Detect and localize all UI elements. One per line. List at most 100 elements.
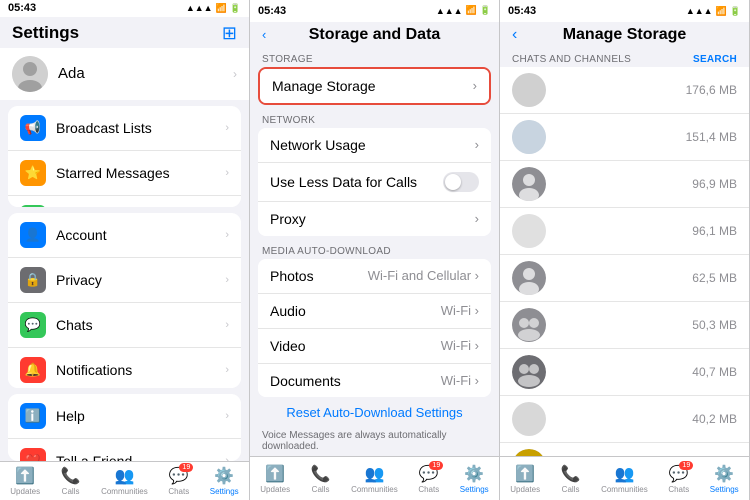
profile-name: Ada <box>58 65 223 82</box>
chats-item[interactable]: 💬 Chats › <box>8 303 241 348</box>
nav-settings-1[interactable]: ⚙️ Settings <box>210 466 239 496</box>
storage-item-9[interactable]: 38,4 MB <box>500 443 749 456</box>
audio-value: Wi-Fi › <box>441 303 479 318</box>
audio-label: Audio <box>270 303 433 319</box>
settings-panel: 05:43 ▲▲▲ 📶 🔋 Settings ⊞ Ada › 📢 Broadca… <box>0 0 250 500</box>
privacy-item[interactable]: 🔒 Privacy › <box>8 258 241 303</box>
manage-storage-item[interactable]: Manage Storage › <box>260 69 489 103</box>
chats-badge-2: 19 <box>429 461 443 470</box>
network-usage-label: Network Usage <box>270 137 467 153</box>
signal-icon-2: ▲▲▲ <box>436 6 463 16</box>
tell-friend-label: Tell a Friend <box>56 453 215 461</box>
communities-icon: 👥 <box>114 466 134 486</box>
account-item[interactable]: 👤 Account › <box>8 213 241 258</box>
network-section-label: NETWORK <box>250 111 499 128</box>
nav-calls-2[interactable]: 📞 Calls <box>311 464 331 494</box>
chats-channels-label: CHATS AND CHANNELS <box>512 54 631 65</box>
help-icon: ℹ️ <box>20 403 46 429</box>
manage-storage-panel: 05:43 ▲▲▲ 📶 🔋 ‹ Manage Storage CHATS AND… <box>500 0 750 500</box>
nav-calls-3[interactable]: 📞 Calls <box>561 464 581 494</box>
starred-icon: ⭐ <box>20 160 46 186</box>
nav-updates-3[interactable]: ⬆️ Updates <box>510 464 540 494</box>
battery-icon: 🔋 <box>230 3 241 14</box>
battery-icon-3: 🔋 <box>730 6 741 17</box>
storage-size-2: 151,4 MB <box>686 130 737 144</box>
documents-value: Wi-Fi › <box>441 373 479 388</box>
bottom-nav-1: ⬆️ Updates 📞 Calls 👥 Communities 💬 Chats… <box>0 461 249 500</box>
storage-size-5: 62,5 MB <box>692 271 737 285</box>
storage-data-title: Storage and Data <box>309 26 441 44</box>
video-item[interactable]: Video Wi-Fi › <box>258 329 491 364</box>
nav-settings-2[interactable]: ⚙️ Settings <box>460 464 489 494</box>
back-button-3[interactable]: ‹ <box>512 26 517 44</box>
storage-item-3[interactable]: 96,9 MB <box>500 161 749 208</box>
nav-communities-3[interactable]: 👥 Communities <box>601 464 648 494</box>
storage-avatar-4 <box>512 214 546 248</box>
storage-avatar-8 <box>512 402 546 436</box>
notifications-label: Notifications <box>56 362 215 378</box>
less-data-toggle[interactable] <box>443 172 479 192</box>
profile-row[interactable]: Ada › <box>0 48 249 100</box>
nav-communities-1[interactable]: 👥 Communities <box>101 466 148 496</box>
profile-chevron: › <box>233 67 237 81</box>
proxy-chevron: › <box>475 211 479 226</box>
nav-updates-2[interactable]: ⬆️ Updates <box>260 464 290 494</box>
starred-label: Starred Messages <box>56 165 215 181</box>
storage-item-2[interactable]: 151,4 MB <box>500 114 749 161</box>
nav-communities-2[interactable]: 👥 Communities <box>351 464 398 494</box>
nav-chats-1[interactable]: 💬 Chats 19 <box>168 466 189 496</box>
manage-storage-nav-header: ‹ Manage Storage <box>500 22 749 50</box>
linked-devices-item[interactable]: 📱 Linked Devices › <box>8 196 241 207</box>
status-time-1: 05:43 <box>8 2 36 14</box>
chats-badge: 19 <box>179 463 193 472</box>
starred-messages-item[interactable]: ⭐ Starred Messages › <box>8 151 241 196</box>
qr-icon[interactable]: ⊞ <box>222 23 237 44</box>
photos-item[interactable]: Photos Wi-Fi and Cellular › <box>258 259 491 294</box>
search-button[interactable]: SEARCH <box>693 54 737 65</box>
updates-label: Updates <box>10 487 40 496</box>
signal-icon: ▲▲▲ <box>186 3 213 13</box>
documents-label: Documents <box>270 373 433 389</box>
network-usage-item[interactable]: Network Usage › <box>258 128 491 163</box>
help-item[interactable]: ℹ️ Help › <box>8 394 241 439</box>
proxy-item[interactable]: Proxy › <box>258 202 491 236</box>
status-icons-1: ▲▲▲ 📶 🔋 <box>186 3 241 14</box>
proxy-label: Proxy <box>270 211 467 227</box>
nav-chats-3[interactable]: 💬 Chats 19 <box>668 464 689 494</box>
manage-storage-chevron: › <box>473 78 477 93</box>
tell-friend-item[interactable]: ❤️ Tell a Friend › <box>8 439 241 461</box>
documents-item[interactable]: Documents Wi-Fi › <box>258 364 491 398</box>
storage-item-5[interactable]: 62,5 MB <box>500 255 749 302</box>
storage-item-7[interactable]: 40,7 MB <box>500 349 749 396</box>
back-button-2[interactable]: ‹ <box>262 27 266 42</box>
communities-label: Communities <box>101 487 148 496</box>
storage-item-6[interactable]: 50,3 MB <box>500 302 749 349</box>
nav-updates-1[interactable]: ⬆️ Updates <box>10 466 40 496</box>
less-data-item[interactable]: Use Less Data for Calls <box>258 163 491 202</box>
storage-avatar-2 <box>512 120 546 154</box>
nav-chats-2[interactable]: 💬 Chats 19 <box>418 464 439 494</box>
note-text: Voice Messages are always automatically … <box>250 428 499 456</box>
chats-badge-3: 19 <box>679 461 693 470</box>
reset-link[interactable]: Reset Auto-Download Settings <box>250 397 499 428</box>
storage-avatar-5 <box>512 261 546 295</box>
broadcast-lists-item[interactable]: 📢 Broadcast Lists › <box>8 106 241 151</box>
storage-size-7: 40,7 MB <box>692 365 737 379</box>
storage-item-4[interactable]: 96,1 MB <box>500 208 749 255</box>
storage-avatar-1 <box>512 73 546 107</box>
notifications-item[interactable]: 🔔 Notifications › <box>8 348 241 388</box>
signal-icon-3: ▲▲▲ <box>686 6 713 16</box>
status-icons-2: ▲▲▲ 📶 🔋 <box>436 5 491 16</box>
storage-item-1[interactable]: 176,6 MB <box>500 67 749 114</box>
storage-section-label: STORAGE <box>250 50 499 67</box>
account-icon: 👤 <box>20 222 46 248</box>
privacy-label: Privacy <box>56 272 215 288</box>
storage-item-8[interactable]: 40,2 MB <box>500 396 749 443</box>
audio-item[interactable]: Audio Wi-Fi › <box>258 294 491 329</box>
nav-calls-1[interactable]: 📞 Calls <box>61 466 81 496</box>
nav-settings-3[interactable]: ⚙️ Settings <box>710 464 739 494</box>
status-bar-1: 05:43 ▲▲▲ 📶 🔋 <box>0 0 249 17</box>
storage-size-1: 176,6 MB <box>686 83 737 97</box>
calls-label: Calls <box>62 487 80 496</box>
less-data-label: Use Less Data for Calls <box>270 174 435 190</box>
